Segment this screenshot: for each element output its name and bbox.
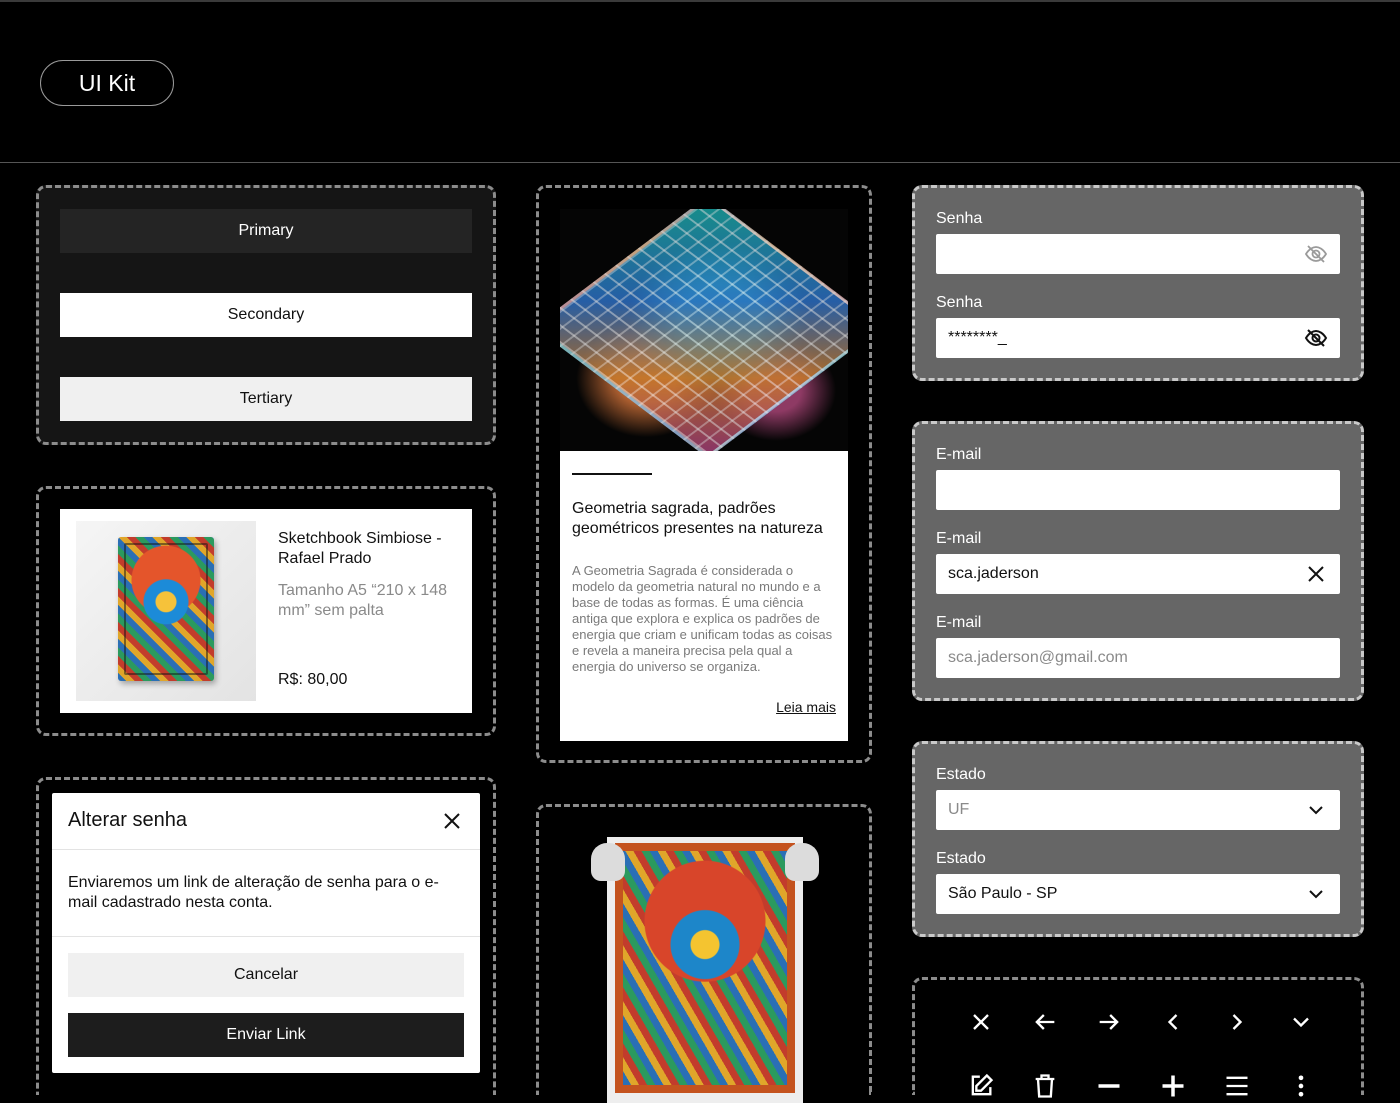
email-input-typing[interactable]: sca.jaderson (936, 554, 1340, 594)
close-icon[interactable] (967, 1008, 995, 1036)
trash-icon[interactable] (1031, 1072, 1059, 1100)
password-input[interactable] (936, 234, 1340, 274)
product-image (76, 521, 256, 701)
eye-off-icon[interactable] (1304, 326, 1328, 350)
article-body: Geometria sagrada, padrões geométricos p… (560, 451, 848, 741)
state-select-filled[interactable]: São Paulo - SP (936, 874, 1340, 914)
state-select[interactable]: UF (936, 790, 1340, 830)
article-accent-line (572, 473, 652, 475)
chevron-down-icon[interactable] (1287, 1008, 1315, 1036)
tertiary-button[interactable]: Tertiary (60, 377, 472, 421)
modal-divider (52, 936, 480, 937)
arrow-left-icon[interactable] (1031, 1008, 1059, 1036)
eye-off-icon[interactable] (1304, 242, 1328, 266)
minus-icon[interactable] (1095, 1072, 1123, 1100)
header: UI Kit (0, 2, 1400, 162)
header-divider (0, 162, 1400, 163)
crystal-image (560, 209, 848, 451)
product-card-frame: Sketchbook Simbiose - Rafael Prado Taman… (36, 486, 496, 736)
chevron-left-icon[interactable] (1159, 1008, 1187, 1036)
glove-left-image (591, 843, 625, 881)
page-title-pill[interactable]: UI Kit (40, 60, 174, 106)
menu-icon[interactable] (1223, 1072, 1251, 1100)
chevron-right-icon[interactable] (1223, 1008, 1251, 1036)
modal-frame: Alterar senha Enviaremos um link de alte… (36, 777, 496, 1095)
chevron-down-icon[interactable] (1304, 798, 1328, 822)
more-vertical-icon[interactable] (1287, 1072, 1315, 1100)
poster-holder (591, 837, 819, 1103)
article-card-frame: Geometria sagrada, padrões geométricos p… (536, 185, 872, 763)
password-label: Senha (936, 294, 983, 311)
password-label: Senha (936, 210, 983, 227)
close-icon[interactable] (440, 809, 464, 833)
secondary-button[interactable]: Secondary (60, 293, 472, 337)
modal-body: Enviaremos um link de alteração de senha… (68, 874, 439, 911)
product-card[interactable]: Sketchbook Simbiose - Rafael Prado Taman… (60, 509, 472, 713)
state-select-value: UF (948, 801, 970, 818)
arrow-right-icon[interactable] (1095, 1008, 1123, 1036)
clear-icon[interactable] (1304, 562, 1328, 586)
change-password-modal: Alterar senha Enviaremos um link de alte… (52, 793, 480, 1073)
email-input-value: sca.jaderson@gmail.com (948, 649, 1128, 666)
email-form-frame: E-mail E-mail sca.jaderson E-mail sca.ja… (912, 421, 1364, 701)
product-size: Tamanho A5 “210 x 148 mm” sem palta (278, 582, 448, 619)
email-input-value: sca.jaderson (948, 565, 1039, 582)
icons-frame (912, 977, 1364, 1098)
chevron-down-icon[interactable] (1304, 882, 1328, 906)
crystal-shape (560, 209, 848, 451)
poster-frame (536, 804, 872, 1103)
state-select-value: São Paulo - SP (948, 885, 1058, 902)
email-input-disabled[interactable]: sca.jaderson@gmail.com (936, 638, 1340, 678)
send-link-button[interactable]: Enviar Link (68, 1013, 464, 1057)
edit-icon[interactable] (967, 1072, 995, 1100)
email-label: E-mail (936, 530, 982, 547)
product-title: Sketchbook Simbiose - Rafael Prado (278, 530, 442, 567)
sketchbook-image (118, 537, 214, 681)
email-input[interactable] (936, 470, 1340, 510)
glove-right-image (785, 843, 819, 881)
state-label: Estado (936, 850, 986, 867)
article-title: Geometria sagrada, padrões geométricos p… (572, 500, 823, 537)
modal-title: Alterar senha (68, 809, 187, 831)
cancel-button[interactable]: Cancelar (68, 953, 464, 997)
email-label: E-mail (936, 614, 982, 631)
state-label: Estado (936, 766, 986, 783)
password-input-filled[interactable]: ********_ (936, 318, 1340, 358)
password-form-frame: Senha Senha ********_ (912, 185, 1364, 381)
plus-icon[interactable] (1159, 1072, 1187, 1100)
article-text: A Geometria Sagrada é considerada o mode… (572, 563, 833, 674)
buttons-frame: Primary Secondary Tertiary (36, 185, 496, 445)
poster-image (615, 843, 795, 1093)
email-label: E-mail (936, 446, 982, 463)
read-more-link[interactable]: Leia mais (776, 699, 836, 715)
primary-button[interactable]: Primary (60, 209, 472, 253)
state-form-frame: Estado UF Estado São Paulo - SP (912, 741, 1364, 937)
modal-divider (52, 849, 480, 850)
product-price: R$: 80,00 (278, 671, 348, 688)
password-input-value: ********_ (948, 329, 1007, 346)
